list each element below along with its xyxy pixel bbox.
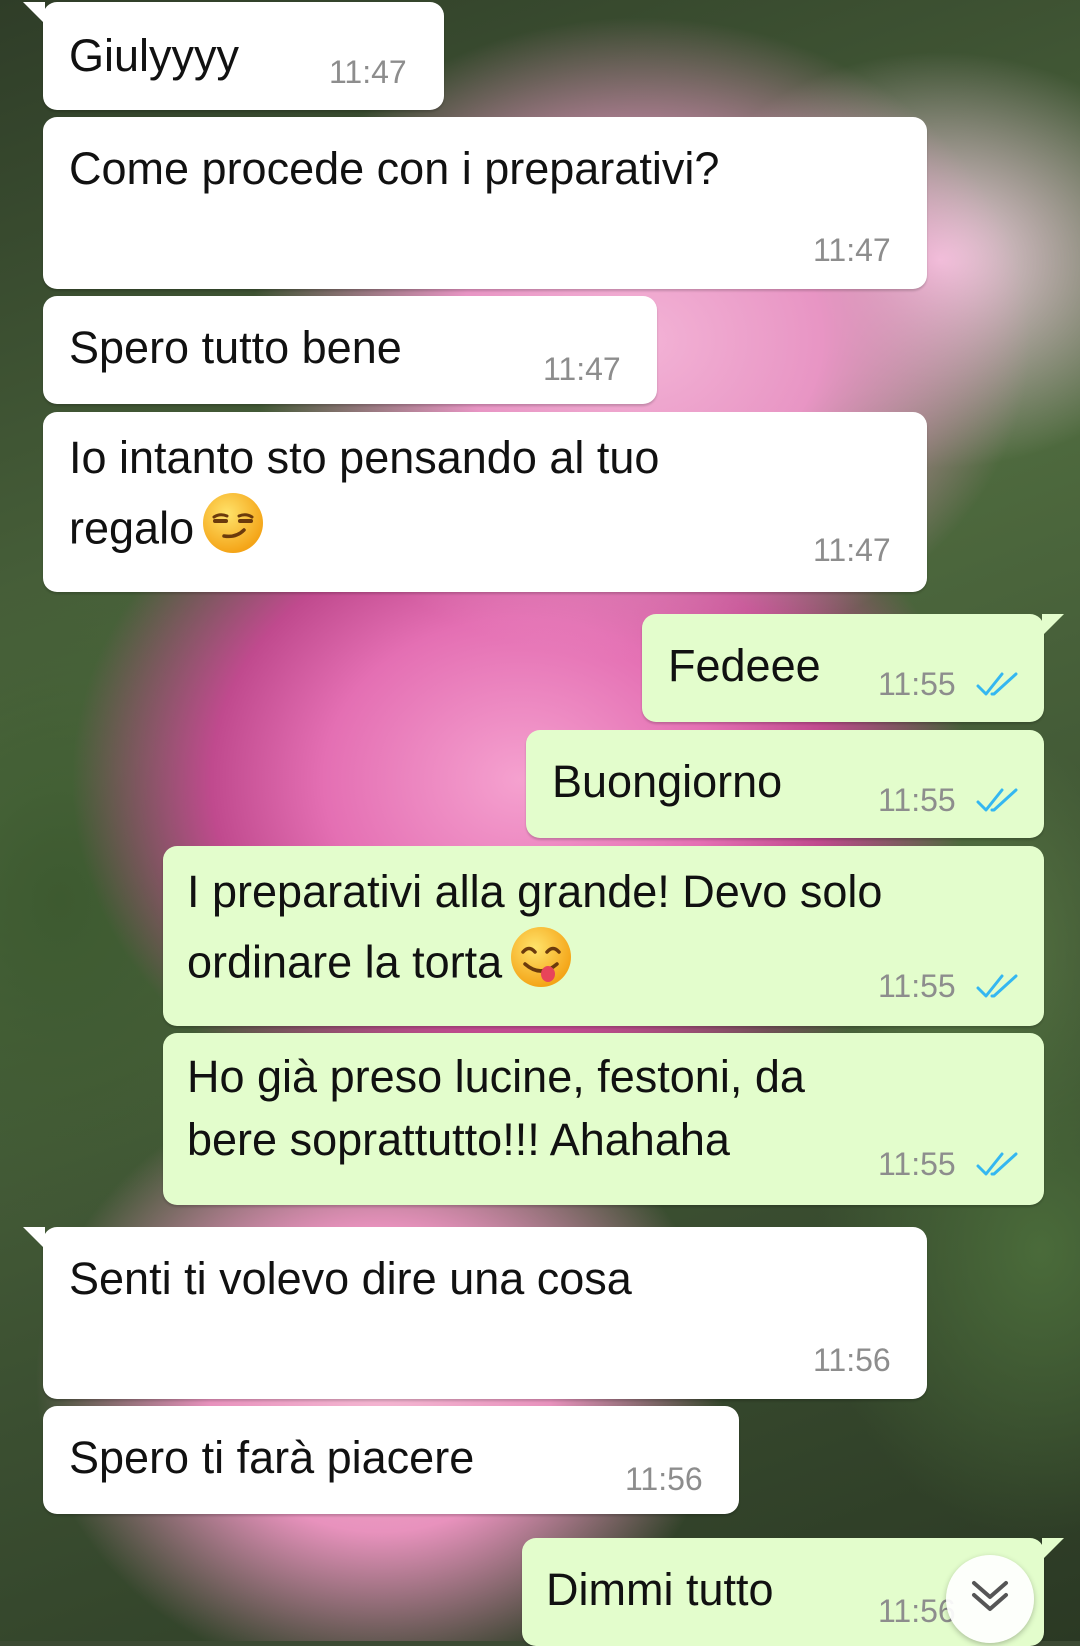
message-text: Fedeee bbox=[668, 640, 821, 691]
incoming-message[interactable]: Giulyyyy 11:47 bbox=[23, 2, 444, 110]
outgoing-message[interactable]: I preparativi alla grande! Devo solo ord… bbox=[163, 846, 1044, 1026]
message-text-line-2: bere soprattutto!!! Ahahaha bbox=[187, 1114, 730, 1165]
message-time: 11:55 bbox=[878, 1146, 956, 1182]
message-text: Spero tutto bene bbox=[69, 322, 402, 373]
message-time: 11:56 bbox=[878, 1593, 956, 1629]
smirking-face-emoji bbox=[200, 490, 266, 573]
incoming-message[interactable]: Io intanto sto pensando al tuo regalo 11… bbox=[43, 412, 927, 592]
double-check-icon bbox=[976, 974, 1018, 998]
message-text-line-1: I preparativi alla grande! Devo solo bbox=[187, 866, 883, 917]
message-time: 11:55 bbox=[878, 782, 956, 818]
message-time: 11:47 bbox=[813, 532, 891, 568]
incoming-message[interactable]: Come procede con i preparativi? 11:47 bbox=[43, 117, 927, 289]
message-text-line-2: regalo bbox=[69, 490, 266, 573]
message-text: Come procede con i preparativi? bbox=[69, 143, 720, 194]
outgoing-message[interactable]: Ho già preso lucine, festoni, da bere so… bbox=[163, 1033, 1044, 1205]
outgoing-message[interactable]: Buongiorno 11:55 bbox=[526, 730, 1044, 838]
message-text: Spero ti farà piacere bbox=[69, 1432, 475, 1483]
double-check-icon bbox=[976, 788, 1018, 812]
incoming-message[interactable]: Senti ti volevo dire una cosa 11:56 bbox=[23, 1227, 927, 1399]
message-time: 11:47 bbox=[329, 54, 407, 90]
message-text: Buongiorno bbox=[552, 756, 783, 807]
outgoing-message[interactable]: Fedeee 11:55 bbox=[642, 614, 1064, 722]
message-time: 11:55 bbox=[878, 666, 956, 702]
message-time: 11:47 bbox=[543, 351, 621, 387]
scroll-to-bottom-button[interactable] bbox=[946, 1555, 1034, 1643]
message-time: 11:55 bbox=[878, 968, 956, 1004]
message-text-line-2: ordinare la torta bbox=[187, 924, 574, 1007]
message-text: Senti ti volevo dire una cosa bbox=[69, 1253, 632, 1304]
incoming-message[interactable]: Spero ti farà piacere 11:56 bbox=[43, 1406, 739, 1514]
message-text-line-1: Io intanto sto pensando al tuo bbox=[69, 432, 660, 483]
double-check-icon bbox=[976, 672, 1018, 696]
message-time: 11:56 bbox=[625, 1461, 703, 1497]
message-text: Dimmi tutto bbox=[546, 1564, 774, 1615]
message-time: 11:56 bbox=[813, 1342, 891, 1378]
message-time: 11:47 bbox=[813, 232, 891, 268]
double-chevron-down-icon bbox=[972, 1581, 1008, 1611]
message-text: Giulyyyy bbox=[69, 30, 240, 81]
message-text-line-1: Ho già preso lucine, festoni, da bbox=[187, 1051, 805, 1102]
face-savoring-food-emoji bbox=[508, 924, 574, 1007]
incoming-message[interactable]: Spero tutto bene 11:47 bbox=[43, 296, 657, 404]
double-check-icon bbox=[976, 1152, 1018, 1176]
